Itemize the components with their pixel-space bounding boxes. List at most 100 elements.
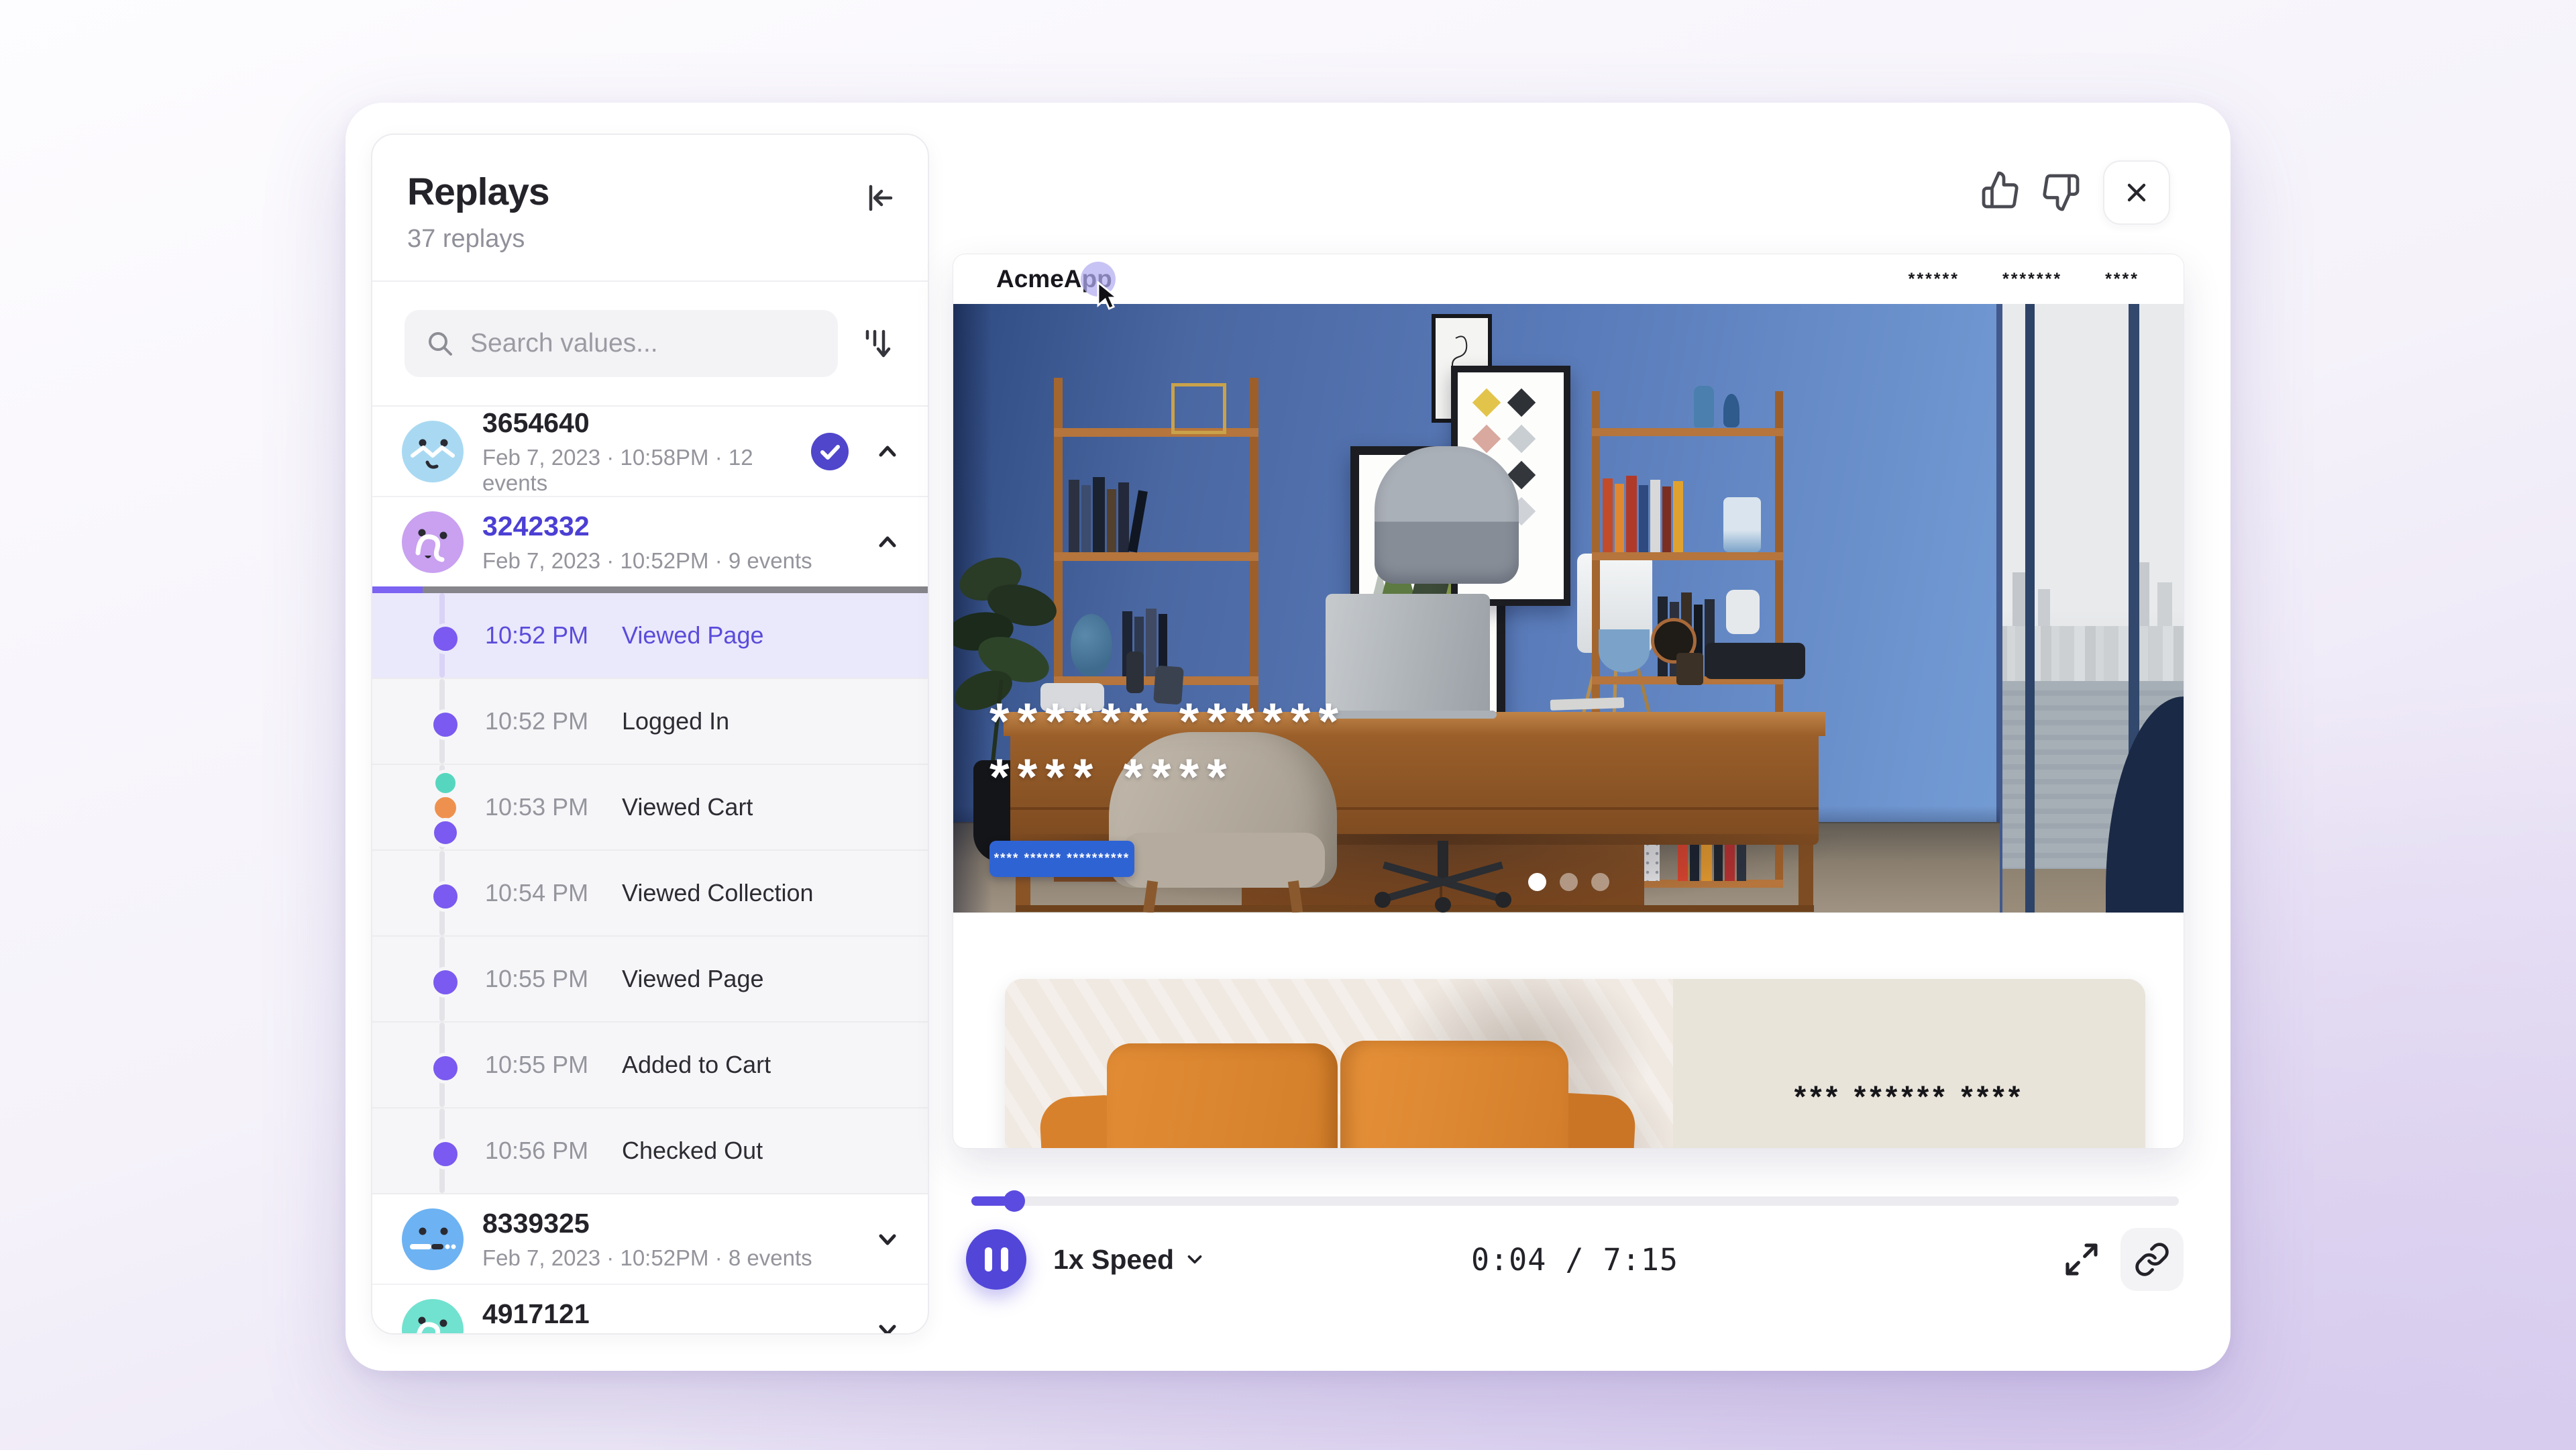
- chevron-up-icon[interactable]: [874, 529, 901, 556]
- session-meta: Feb 7, 2023 · 10:52PM · 9 events: [482, 548, 874, 574]
- thumbs-down-button[interactable]: [2041, 172, 2081, 213]
- small-vase: [1723, 394, 1739, 427]
- hero-cta-button[interactable]: **** ****** **********: [989, 841, 1134, 877]
- search-box[interactable]: [405, 310, 838, 377]
- couch-cushion: [1340, 1041, 1568, 1148]
- pause-icon: [1001, 1247, 1008, 1272]
- event-row[interactable]: 10:55 PM Viewed Page: [372, 937, 928, 1023]
- thumbs-up-icon: [1980, 170, 2021, 210]
- session-row-selected[interactable]: 3242332 Feb 7, 2023 · 10:52PM · 9 events: [372, 497, 928, 586]
- close-button[interactable]: [2103, 160, 2170, 225]
- carousel-dot[interactable]: [1591, 873, 1609, 891]
- masked-product-text: *** ****** ****: [1673, 1080, 2145, 1115]
- masked-hero-heading-line2: **** ****: [989, 752, 1235, 803]
- replay-modal: Replays 37 replays: [345, 103, 2231, 1371]
- session-id: 4917121: [482, 1298, 874, 1330]
- sort-button[interactable]: [855, 322, 898, 365]
- event-dot-purple: [431, 818, 460, 847]
- pencil-cup: [1676, 653, 1703, 685]
- sidebar-header: Replays 37 replays: [372, 135, 928, 282]
- collapse-sidebar-button[interactable]: [861, 179, 898, 217]
- thumbs-down-icon: [2041, 172, 2081, 213]
- session-id: 3654640: [482, 407, 811, 439]
- event-time: 10:56 PM: [485, 1137, 611, 1165]
- current-time: 0:04: [1471, 1242, 1546, 1278]
- event-row[interactable]: 10:55 PM Added to Cart: [372, 1023, 928, 1108]
- time-separator-glyph: /: [1565, 1242, 1584, 1278]
- session-info: 8339325 Feb 7, 2023 · 10:52PM · 8 events: [482, 1208, 874, 1271]
- player-controls: 1x Speed 0:04 / 7:15: [966, 1226, 2184, 1293]
- window-post: [2025, 304, 2035, 913]
- duration: 7:15: [1603, 1242, 1678, 1278]
- event-name: Viewed Page: [622, 965, 764, 993]
- session-row[interactable]: 8339325 Feb 7, 2023 · 10:52PM · 8 events: [372, 1194, 928, 1285]
- replay-count: 37 replays: [407, 225, 896, 254]
- session-meta: Feb 7, 2023 · 10:58PM · 12 events: [482, 445, 811, 496]
- event-time: 10:52 PM: [485, 707, 611, 735]
- replays-sidebar: Replays 37 replays: [371, 134, 929, 1335]
- event-row[interactable]: 10:56 PM Checked Out: [372, 1108, 928, 1194]
- speed-selector[interactable]: 1x Speed: [1053, 1244, 1206, 1276]
- event-name: Checked Out: [622, 1137, 763, 1165]
- event-dot: [430, 623, 461, 654]
- session-info: 4917121 Feb 7, 2023 · 10:51PM · 8 events: [482, 1298, 874, 1335]
- event-row[interactable]: 10:52 PM Logged In: [372, 679, 928, 765]
- event-name: Viewed Collection: [622, 879, 814, 907]
- event-time: 10:55 PM: [485, 965, 611, 993]
- carousel-dot-active[interactable]: [1528, 873, 1546, 891]
- hex-ornament: [1726, 590, 1760, 634]
- replay-viewport: AcmeApp ****** ******* ****: [953, 254, 2184, 1148]
- couch-cushion: [1107, 1043, 1338, 1148]
- pause-button[interactable]: [966, 1229, 1026, 1290]
- event-name: Viewed Page: [622, 621, 764, 650]
- event-name: Logged In: [622, 707, 729, 735]
- chevron-down-icon: [1183, 1248, 1206, 1271]
- collapse-panel-icon: [862, 180, 897, 215]
- chair-wheel: [1495, 892, 1511, 908]
- session-row[interactable]: 4917121 Feb 7, 2023 · 10:51PM · 8 events: [372, 1285, 928, 1335]
- carousel-dot[interactable]: [1560, 873, 1578, 891]
- event-row[interactable]: 10:53 PM Viewed Cart: [372, 765, 928, 851]
- session-watch-progress: [372, 586, 928, 593]
- event-timeline: 10:52 PM Viewed Page 10:52 PM Logged In …: [372, 593, 928, 1194]
- session-avatar: [402, 511, 464, 573]
- event-dot: [430, 1053, 461, 1084]
- event-time: 10:53 PM: [485, 793, 611, 821]
- close-icon: [2122, 178, 2151, 207]
- chevron-down-icon[interactable]: [874, 1226, 901, 1253]
- chair-wheel: [1435, 897, 1451, 913]
- session-meta: Feb 7, 2023 · 10:52PM · 8 events: [482, 1245, 874, 1271]
- wire-cube-decor: [1171, 383, 1226, 434]
- session-avatar: [402, 1299, 464, 1335]
- masked-button-label: **** ****** **********: [994, 851, 1130, 866]
- expand-button[interactable]: [2060, 1238, 2103, 1281]
- link-icon: [2134, 1241, 2170, 1278]
- chevron-up-icon[interactable]: [874, 438, 901, 465]
- search-input[interactable]: [469, 328, 818, 359]
- masked-nav-item: ******: [1909, 270, 1960, 289]
- copy-link-button[interactable]: [2121, 1228, 2184, 1291]
- playback-progress-bar[interactable]: [971, 1196, 2179, 1206]
- speed-label: 1x Speed: [1053, 1244, 1174, 1276]
- pause-icon: [985, 1247, 992, 1272]
- event-dot: [430, 967, 461, 998]
- event-dot: [430, 881, 461, 912]
- session-avatar: [402, 1208, 464, 1270]
- chevron-down-icon[interactable]: [874, 1316, 901, 1335]
- blue-vase: [1071, 614, 1112, 676]
- couch-photo: [1005, 979, 1673, 1148]
- time-separator: [1585, 1242, 1603, 1278]
- event-row[interactable]: 10:54 PM Viewed Collection: [372, 851, 928, 937]
- session-row[interactable]: 3654640 Feb 7, 2023 · 10:58PM · 12 event…: [372, 407, 928, 497]
- event-dot: [430, 1139, 461, 1170]
- city-skyline: [1996, 626, 2184, 681]
- session-replay-app: Replays 37 replays: [0, 0, 2576, 1450]
- event-row[interactable]: 10:52 PM Viewed Page: [372, 593, 928, 679]
- event-time: 10:52 PM: [485, 621, 611, 650]
- carousel-dots[interactable]: [953, 873, 2184, 891]
- event-dot: [430, 709, 461, 740]
- progress-handle[interactable]: [1004, 1190, 1025, 1212]
- pepper-mill: [1126, 652, 1144, 693]
- thumbs-up-button[interactable]: [1980, 170, 2021, 210]
- playback-time: 0:04 / 7:15: [1471, 1242, 1678, 1278]
